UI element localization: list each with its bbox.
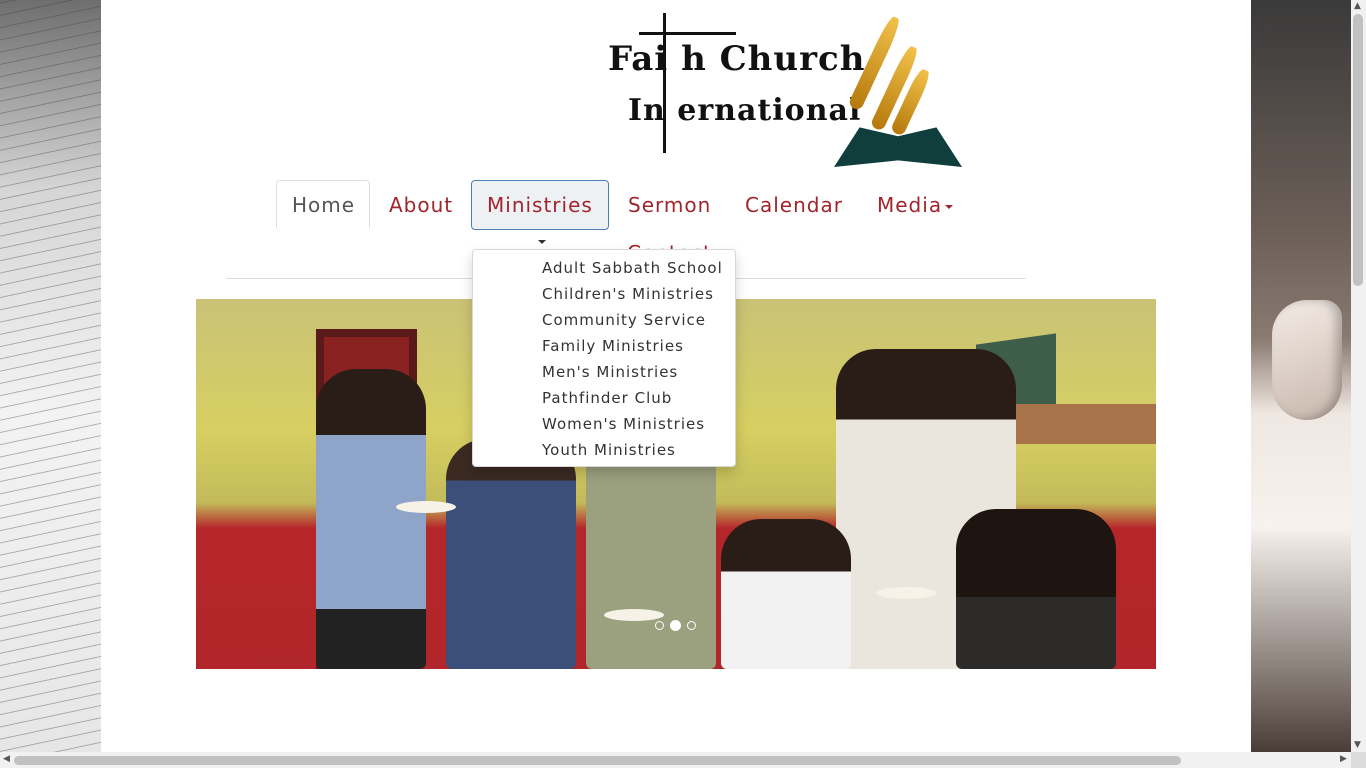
dropdown-item-youth-ministries[interactable]: Youth Ministries bbox=[542, 437, 676, 463]
ministries-dropdown-menu: Adult Sabbath School Children's Ministri… bbox=[472, 249, 736, 467]
dropdown-item-childrens-ministries[interactable]: Children's Ministries bbox=[542, 281, 714, 307]
nav-media[interactable]: Media bbox=[861, 180, 965, 228]
scroll-down-icon[interactable]: ▼ bbox=[1354, 741, 1361, 750]
carousel-photo-plate bbox=[396, 501, 456, 513]
nav-media-label: Media bbox=[877, 193, 943, 217]
logo-text-line1: Fai h Church bbox=[608, 39, 866, 79]
background-bible-image bbox=[0, 0, 101, 752]
carousel-photo-person bbox=[956, 509, 1116, 669]
nav-about[interactable]: About bbox=[373, 180, 457, 228]
carousel-photo-person bbox=[721, 519, 851, 669]
carousel-indicator-2-active[interactable] bbox=[670, 620, 681, 631]
background-thumb-image bbox=[1272, 300, 1342, 420]
nav-calendar[interactable]: Calendar bbox=[729, 180, 853, 228]
church-logo[interactable]: Fai h Church In ernational bbox=[606, 5, 966, 170]
scroll-right-icon[interactable]: ▶ bbox=[1340, 755, 1347, 764]
nav-ministries[interactable]: Ministries bbox=[471, 180, 609, 230]
dropdown-item-family-ministries[interactable]: Family Ministries bbox=[542, 333, 684, 359]
dropdown-item-community-service[interactable]: Community Service bbox=[542, 307, 706, 333]
carousel-indicator-1[interactable] bbox=[655, 621, 664, 630]
nav-sermon[interactable]: Sermon bbox=[612, 180, 720, 228]
dropdown-item-mens-ministries[interactable]: Men's Ministries bbox=[542, 359, 678, 385]
carousel-indicator-3[interactable] bbox=[687, 621, 696, 630]
carousel-photo-plate bbox=[876, 587, 936, 599]
horizontal-scrollbar-thumb[interactable] bbox=[14, 756, 1181, 765]
scrollbar-corner bbox=[1351, 752, 1366, 768]
dropdown-item-pathfinder-club[interactable]: Pathfinder Club bbox=[542, 385, 672, 411]
logo-cross-bar bbox=[639, 32, 736, 35]
caret-down-icon bbox=[538, 240, 546, 244]
carousel-photo-plate bbox=[604, 609, 664, 621]
page-container: Fai h Church In ernational Home About Mi… bbox=[101, 0, 1251, 752]
scroll-left-icon[interactable]: ◀ bbox=[3, 755, 10, 764]
caret-down-icon bbox=[945, 204, 954, 209]
scroll-up-icon[interactable]: ▲ bbox=[1354, 2, 1361, 11]
carousel-photo-person bbox=[446, 439, 576, 669]
carousel-photo-person bbox=[316, 369, 426, 669]
dropdown-item-womens-ministries[interactable]: Women's Ministries bbox=[542, 411, 705, 437]
vertical-scrollbar-thumb[interactable] bbox=[1353, 14, 1363, 286]
nav-home[interactable]: Home bbox=[276, 180, 370, 228]
dropdown-item-adult-sabbath-school[interactable]: Adult Sabbath School bbox=[542, 255, 723, 281]
logo-text-line2: In ernational bbox=[628, 93, 862, 128]
